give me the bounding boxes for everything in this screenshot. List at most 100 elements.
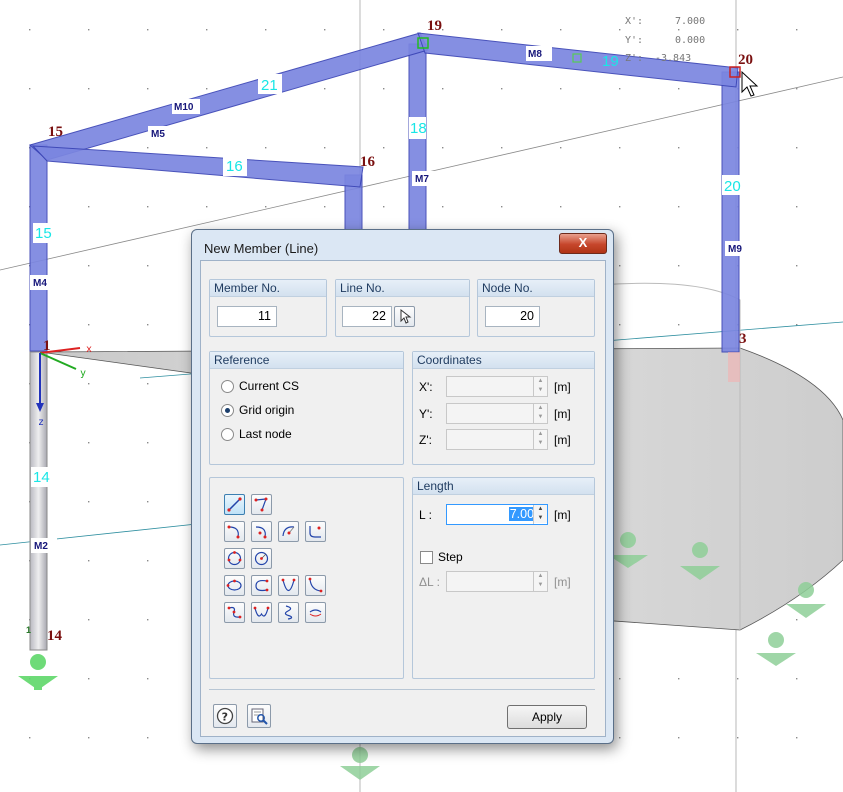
- circle-icon: [227, 551, 242, 566]
- rope-tool[interactable]: [305, 602, 326, 623]
- delta-length-input: ▲ ▼: [446, 571, 548, 592]
- unit-label: [m]: [554, 433, 571, 447]
- member-no-group: Member No. 11: [209, 279, 327, 337]
- line-number-label: 16: [226, 158, 243, 175]
- reference-group: Reference Current CS Grid origin Last no…: [209, 351, 404, 465]
- step-label: Step: [438, 550, 463, 564]
- dialog-title: New Member (Line): [204, 241, 319, 256]
- parabola-tool[interactable]: [278, 575, 299, 596]
- coord-y-input: ▲ ▼: [446, 403, 548, 424]
- preview-button[interactable]: [247, 704, 271, 728]
- length-title: Length: [413, 478, 594, 495]
- pointer-pick-icon: [400, 308, 412, 324]
- polyline-tool[interactable]: [251, 494, 272, 515]
- dialog-body: Member No. 11 Line No. 22 Node No. 20 Re…: [200, 260, 606, 737]
- help-button[interactable]: ?: [213, 704, 237, 728]
- radio-last-node[interactable]: [221, 428, 234, 441]
- member-M9: [721, 71, 740, 353]
- member-label: M9: [728, 244, 742, 255]
- line-no-group: Line No. 22: [335, 279, 470, 337]
- hyperbola-tool[interactable]: [305, 575, 326, 596]
- coord-label: X':: [419, 380, 433, 394]
- coord-y-value: 0.000: [675, 35, 705, 46]
- node-label: 14: [47, 628, 63, 644]
- member-no-input[interactable]: 11: [217, 306, 277, 327]
- arc-tool-3[interactable]: [278, 521, 299, 542]
- coord-label: Z':: [419, 433, 432, 447]
- member-label: M8: [528, 49, 542, 60]
- new-member-dialog: New Member (Line) X Member No. 11 Line N…: [191, 229, 614, 744]
- line-no-input[interactable]: 22: [342, 306, 392, 327]
- member-label: M5: [151, 129, 165, 140]
- node-label: 3: [739, 331, 747, 347]
- coord-x-input: ▲ ▼: [446, 376, 548, 397]
- unit-label: [m]: [554, 380, 571, 394]
- coord-z-label: Z':: [625, 53, 643, 64]
- coord-x-label: X':: [625, 16, 643, 27]
- radio-label: Last node: [239, 427, 292, 441]
- elliptical-arc-tool[interactable]: [251, 575, 272, 596]
- coordinates-group: Coordinates X': ▲ ▼ [m] Y': ▲ ▼ [m] Z': ▲ ▼…: [412, 351, 595, 465]
- hyperbola-icon: [308, 577, 323, 593]
- radio-label: Grid origin: [239, 403, 295, 417]
- apply-button[interactable]: Apply: [507, 705, 587, 729]
- pick-line-button[interactable]: [394, 306, 415, 327]
- arc-radius-icon: [282, 526, 295, 537]
- spline-tool[interactable]: [224, 602, 245, 623]
- coord-z-input: ▲ ▼: [446, 429, 548, 450]
- axis-label-x: x: [86, 344, 92, 355]
- helix-icon: [284, 605, 293, 620]
- straight-line-icon: [227, 497, 242, 512]
- line-number-label: 14: [33, 469, 50, 486]
- length-group: Length L : 7.000 ▲ ▼ [m] Step ΔL : ▲ ▼ [m]: [412, 477, 595, 679]
- axis-label-y: y: [80, 368, 86, 379]
- straight-line-tool[interactable]: [224, 494, 245, 515]
- help-icon: ?: [216, 707, 234, 725]
- axis-label-z: z: [38, 417, 44, 428]
- ellipse-tool[interactable]: [224, 575, 245, 596]
- arc-tool-4[interactable]: [305, 521, 326, 542]
- unit-label: [m]: [554, 407, 571, 421]
- member-no-label: Member No.: [210, 280, 326, 297]
- node-label: 15: [48, 124, 63, 140]
- nurbs-icon: [253, 606, 270, 617]
- coord-x-value: 7.000: [675, 16, 705, 27]
- line-number-label: 15: [35, 225, 52, 242]
- arc-tool-2[interactable]: [251, 521, 272, 542]
- arc-tool-1[interactable]: [224, 521, 245, 542]
- node-no-label: Node No.: [478, 280, 594, 297]
- member-M4: [29, 144, 48, 352]
- circle-tool-1[interactable]: [224, 548, 245, 569]
- line-no-label: Line No.: [336, 280, 469, 297]
- circle-tool-2[interactable]: [251, 548, 272, 569]
- member-M7: [408, 43, 427, 245]
- step-checkbox[interactable]: [420, 551, 433, 564]
- close-button[interactable]: X: [559, 233, 607, 254]
- node-label: 16: [360, 154, 376, 170]
- member-label: M7: [415, 174, 429, 185]
- member-label: M2: [34, 541, 48, 552]
- helix-tool[interactable]: [278, 602, 299, 623]
- member-label: M10: [174, 102, 194, 113]
- magnifier-icon: [251, 708, 268, 725]
- arc-fillet-icon: [309, 526, 321, 538]
- reference-title: Reference: [210, 352, 403, 369]
- rope-icon: [309, 609, 322, 617]
- radio-current-cs[interactable]: [221, 380, 234, 393]
- node-label: 1: [43, 338, 51, 354]
- divider: [209, 689, 595, 690]
- radio-grid-origin[interactable]: [221, 404, 234, 417]
- arc-center-icon: [255, 526, 267, 539]
- unit-label: [m]: [554, 508, 571, 522]
- circle-radius-icon: [254, 551, 269, 566]
- ellipse-icon: [226, 579, 242, 591]
- length-label: L :: [419, 508, 432, 522]
- nurbs-tool[interactable]: [251, 602, 272, 623]
- line-type-group: [209, 477, 404, 679]
- parabola-icon: [281, 578, 296, 592]
- length-input[interactable]: 7.000 ▲ ▼: [446, 504, 548, 525]
- member-M2: [29, 351, 48, 651]
- svg-text:?: ?: [222, 710, 228, 723]
- coord-z-value: -3.843: [655, 53, 691, 64]
- node-no-input[interactable]: 20: [485, 306, 540, 327]
